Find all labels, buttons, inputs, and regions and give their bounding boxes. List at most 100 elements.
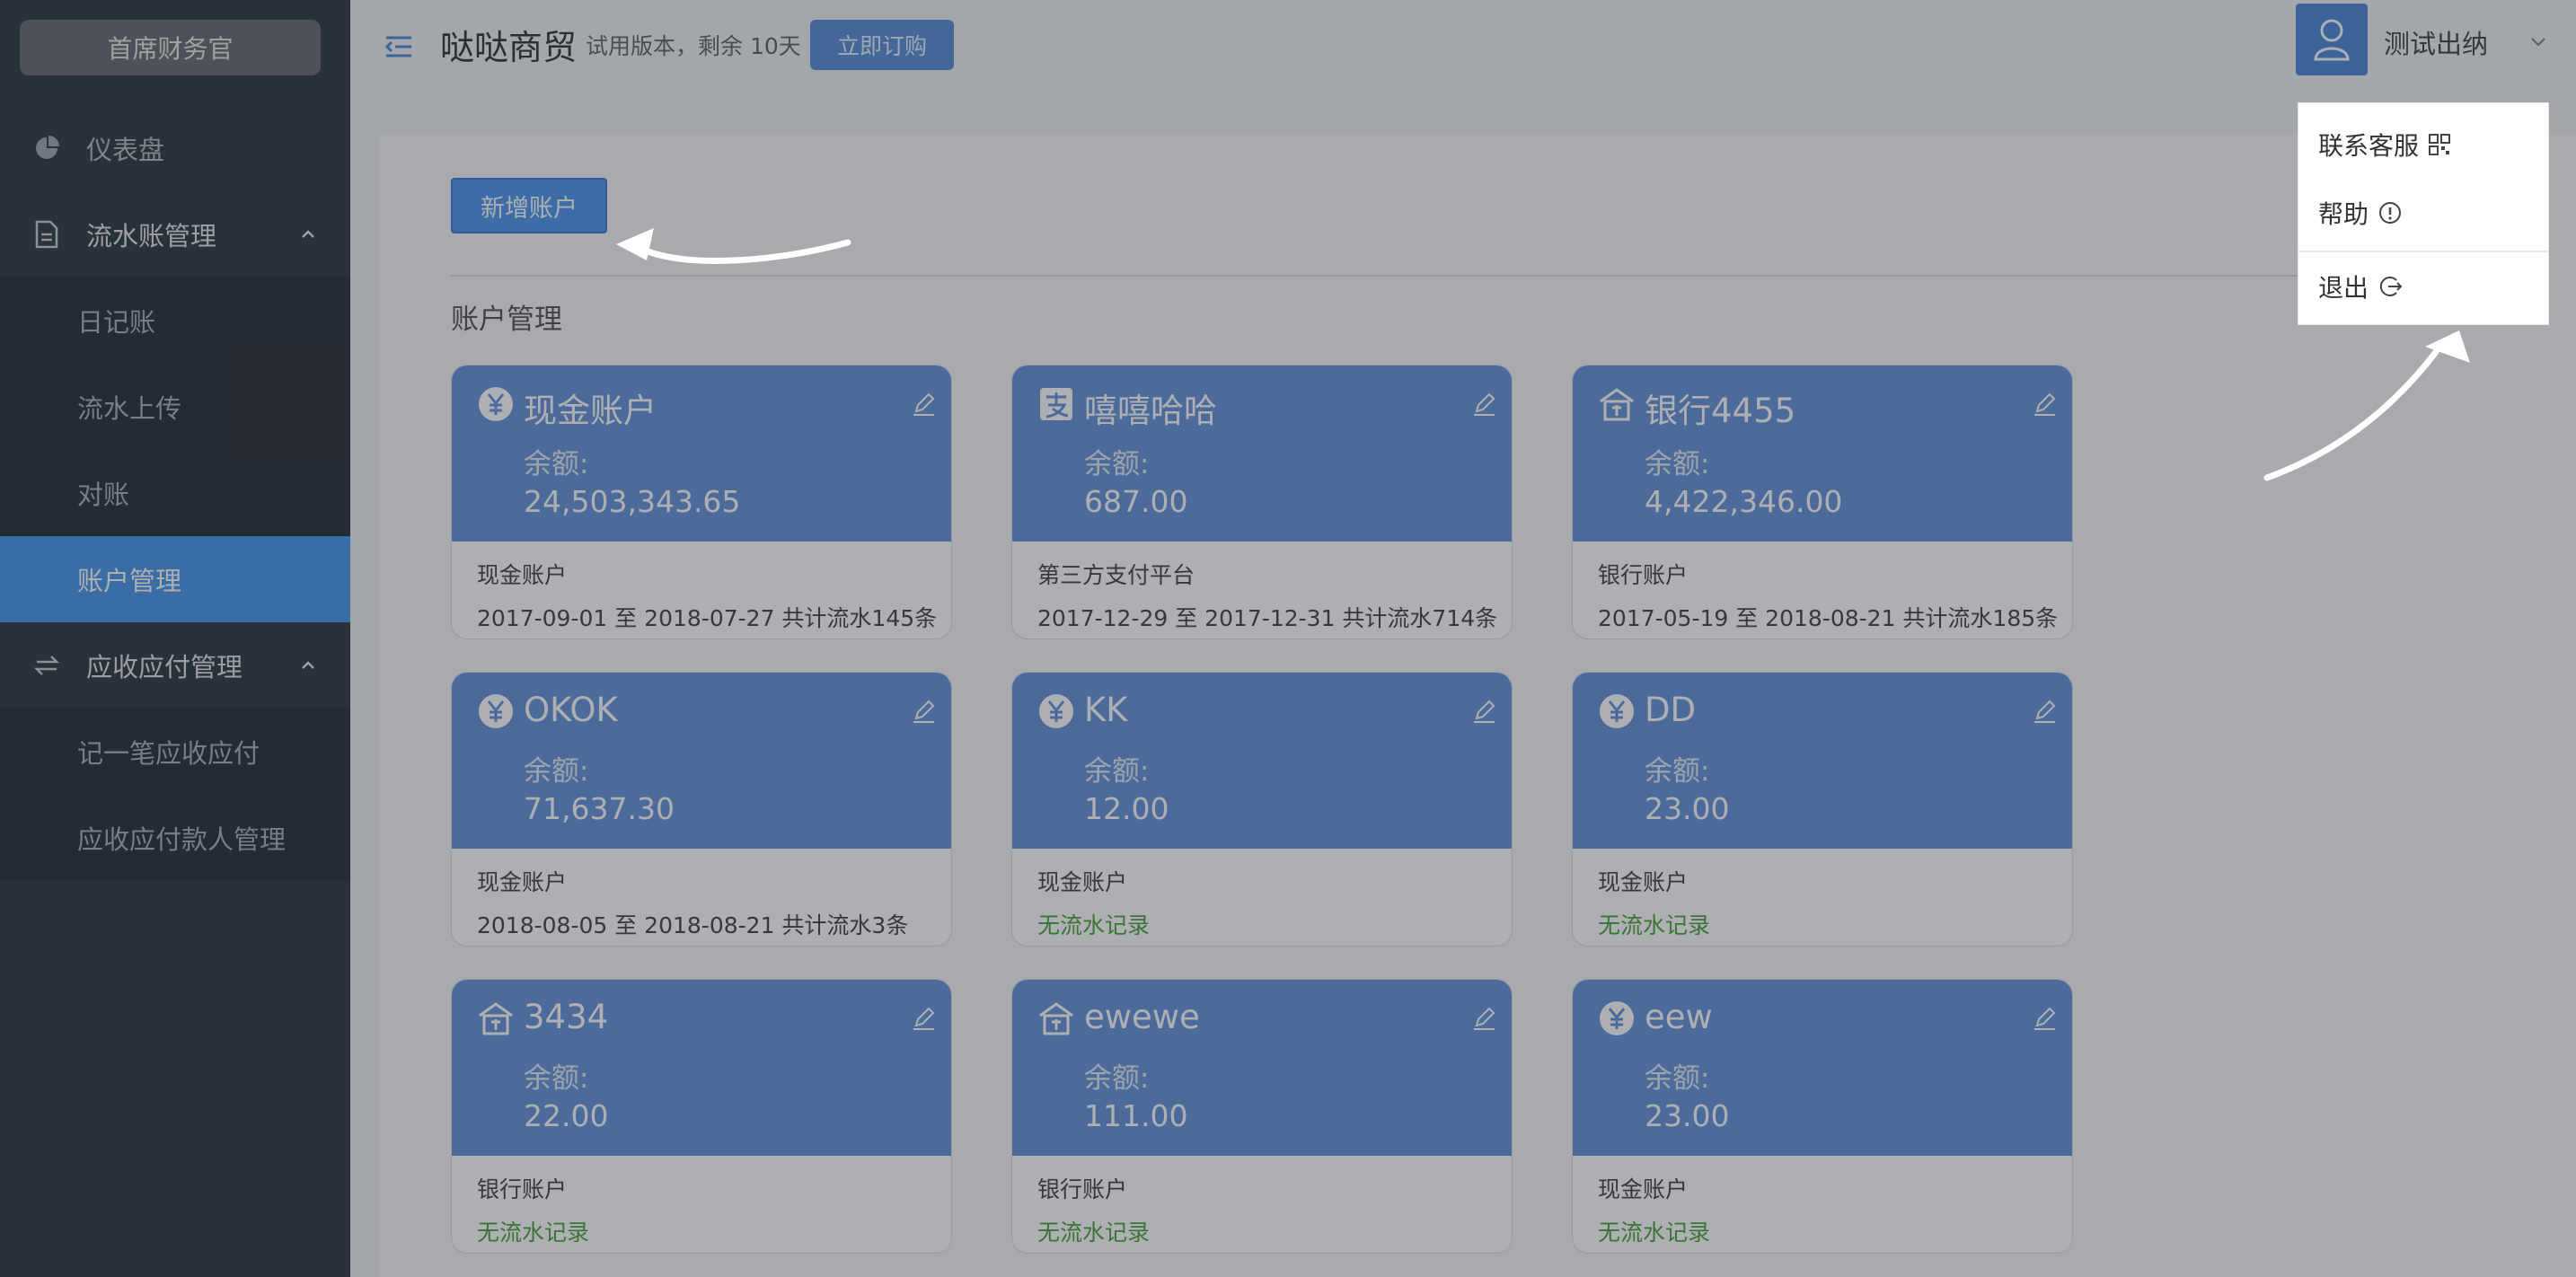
account-records: 无流水记录 xyxy=(1598,1220,1711,1246)
logout-icon xyxy=(2379,277,2403,296)
balance-label: 余额: xyxy=(1084,448,1150,480)
edit-icon[interactable] xyxy=(1470,1005,1497,1032)
account-records: 无流水记录 xyxy=(1598,912,1711,938)
account-card-header: OKOK 余额: 71,637.30 xyxy=(452,673,951,849)
add-account-button[interactable]: 新增账户 xyxy=(451,178,607,233)
chevron-up-icon xyxy=(302,230,314,238)
edit-icon[interactable] xyxy=(910,698,937,725)
account-name: eew xyxy=(1645,998,1713,1036)
balance-value: 111.00 xyxy=(1084,1098,1188,1133)
account-type: 现金账户 xyxy=(1037,869,1128,895)
balance-value: 687.00 xyxy=(1084,484,1188,519)
sidebar-item-label: 流水账管理 xyxy=(86,221,217,251)
sidebar-item-receivable[interactable]: 应收应付管理 xyxy=(0,622,350,709)
menu-item-contact[interactable]: 联系客服 xyxy=(2318,127,2451,163)
account-records: 无流水记录 xyxy=(1037,1220,1151,1246)
user-icon xyxy=(2314,19,2350,61)
account-card-header: DD 余额: 23.00 xyxy=(1573,673,2072,849)
sidebar-item-label: 记一笔应收应付 xyxy=(77,738,260,769)
sidebar-item-upload[interactable]: 流水上传 xyxy=(0,364,350,450)
sidebar-item-label: 对账 xyxy=(77,480,130,510)
account-card-header: ewewe 余额: 111.00 xyxy=(1012,980,1512,1156)
document-icon xyxy=(32,220,61,249)
company-name: 哒哒商贸 xyxy=(440,28,578,67)
sidebar-item-label: 流水上传 xyxy=(77,393,182,424)
account-name: 现金账户 xyxy=(524,392,657,430)
bank-icon xyxy=(1598,385,1636,423)
menu-item-label: 帮助 xyxy=(2318,199,2369,229)
balance-label: 余额: xyxy=(524,1062,589,1095)
account-card[interactable]: ewewe 余额: 111.00 银行账户无流水记录 xyxy=(1011,979,1513,1254)
account-name: KK xyxy=(1084,691,1128,729)
swap-icon xyxy=(32,651,61,680)
sidebar-item-label: 日记账 xyxy=(77,307,156,338)
edit-icon[interactable] xyxy=(1470,698,1497,725)
trial-notice: 试用版本，剩余 10天 xyxy=(586,33,801,59)
qrcode-icon xyxy=(2429,134,2451,155)
balance-value: 23.00 xyxy=(1645,791,1730,826)
balance-value: 4,422,346.00 xyxy=(1645,484,1843,519)
balance-value: 23.00 xyxy=(1645,1098,1730,1133)
menu-item-logout[interactable]: 退出 xyxy=(2318,269,2403,304)
edit-icon[interactable] xyxy=(2031,1005,2058,1032)
account-card[interactable]: 嘻嘻哈哈 余额: 687.00 第三方支付平台 2017-12-29 至 2017-12… xyxy=(1011,365,1513,639)
balance-label: 余额: xyxy=(1084,1062,1150,1095)
edit-icon[interactable] xyxy=(2031,698,2058,725)
balance-label: 余额: xyxy=(1084,755,1150,788)
menu-collapse-icon[interactable] xyxy=(383,31,415,63)
menu-item-help[interactable]: 帮助 xyxy=(2318,195,2403,231)
receivable-submenu: 记一笔应收应付 应收应付款人管理 xyxy=(0,709,350,881)
account-type: 银行账户 xyxy=(477,1176,568,1202)
sidebar-item-payee-manage[interactable]: 应收应付款人管理 xyxy=(0,795,350,881)
balance-value: 24,503,343.65 xyxy=(524,484,741,519)
sidebar-item-label: 应收应付款人管理 xyxy=(77,824,287,855)
account-card[interactable]: 银行4455 余额: 4,422,346.00 银行账户 2017-05-19 至 20… xyxy=(1572,365,2073,639)
payment-platform-icon xyxy=(1037,385,1075,423)
sidebar-item-accounts[interactable]: 账户管理 xyxy=(0,536,350,622)
sidebar-item-journal[interactable]: 日记账 xyxy=(0,277,350,364)
annotation-arrow-add xyxy=(616,228,851,264)
account-type: 银行账户 xyxy=(1037,1176,1128,1202)
account-card-header: 嘻嘻哈哈余额: 687.00 xyxy=(1012,365,1512,542)
account-records: 无流水记录 xyxy=(477,1220,590,1246)
section-title: 账户管理 xyxy=(451,304,562,336)
account-card[interactable]: eew 余额: 23.00 现金账户无流水记录 xyxy=(1572,979,2073,1254)
brand-logo: 首席财务官 xyxy=(20,20,321,75)
account-card[interactable]: 现金账户 余额: 24,503,343.65 现金账户 2017-09-01 至 201… xyxy=(451,365,952,639)
user-menu-dropdown: 联系客服 帮助 退出 xyxy=(2298,102,2549,325)
sidebar-item-label: 账户管理 xyxy=(77,566,182,596)
edit-icon[interactable] xyxy=(2031,391,2058,418)
sidebar: 首席财务官 仪表盘 流水账管理 日记账 流水上传 对账 账户管理 应收应付管理 xyxy=(0,0,350,1277)
balance-value: 71,637.30 xyxy=(524,791,675,826)
account-name: OKOK xyxy=(524,691,618,729)
edit-icon[interactable] xyxy=(910,391,937,418)
yuan-coin-icon xyxy=(477,385,515,423)
sidebar-item-ledger[interactable]: 流水账管理 xyxy=(0,191,350,277)
subscribe-button[interactable]: 立即订购 xyxy=(810,20,954,70)
account-card[interactable]: OKOK 余额: 71,637.30 现金账户 2018-08-05 至 2018-08… xyxy=(451,672,952,947)
topbar: 哒哒商贸 试用版本，剩余 10天 立即订购 xyxy=(350,0,2576,90)
account-records: 2018-08-05 至 2018-08-21 共计流水3条 xyxy=(477,912,909,938)
avatar[interactable] xyxy=(2296,4,2368,75)
sidebar-item-dashboard[interactable]: 仪表盘 xyxy=(0,105,350,191)
account-records: 2017-05-19 至 2018-08-21 共计流水185条 xyxy=(1598,605,2059,631)
edit-icon[interactable] xyxy=(910,1005,937,1032)
balance-label: 余额: xyxy=(1645,1062,1710,1095)
account-records: 2017-09-01 至 2018-07-27 共计流水145条 xyxy=(477,605,938,631)
account-type: 现金账户 xyxy=(477,562,568,588)
chevron-down-icon[interactable] xyxy=(2529,32,2547,50)
sidebar-item-reconcile[interactable]: 对账 xyxy=(0,450,350,536)
menu-item-label: 联系客服 xyxy=(2318,131,2420,161)
account-card-header: 3434 余额: 22.00 xyxy=(452,980,951,1156)
ledger-submenu: 日记账 流水上传 对账 账户管理 xyxy=(0,277,350,622)
sidebar-item-add-receivable[interactable]: 记一笔应收应付 xyxy=(0,709,350,795)
account-name: 嘻嘻哈哈 xyxy=(1084,392,1217,430)
account-card[interactable]: DD 余额: 23.00 现金账户 无流水记录 xyxy=(1572,672,2073,947)
account-name: 3434 xyxy=(524,998,609,1036)
account-type: 现金账户 xyxy=(1598,1176,1689,1202)
user-name[interactable]: 测试出纳 xyxy=(2384,23,2488,61)
edit-icon[interactable] xyxy=(1470,391,1497,418)
account-card[interactable]: KK 余额: 12.00 现金账户 无流水记录 xyxy=(1011,672,1513,947)
balance-label: 余额: xyxy=(1645,448,1710,480)
account-card[interactable]: 3434 余额: 22.00 银行账户 无流水记录 xyxy=(451,979,952,1254)
